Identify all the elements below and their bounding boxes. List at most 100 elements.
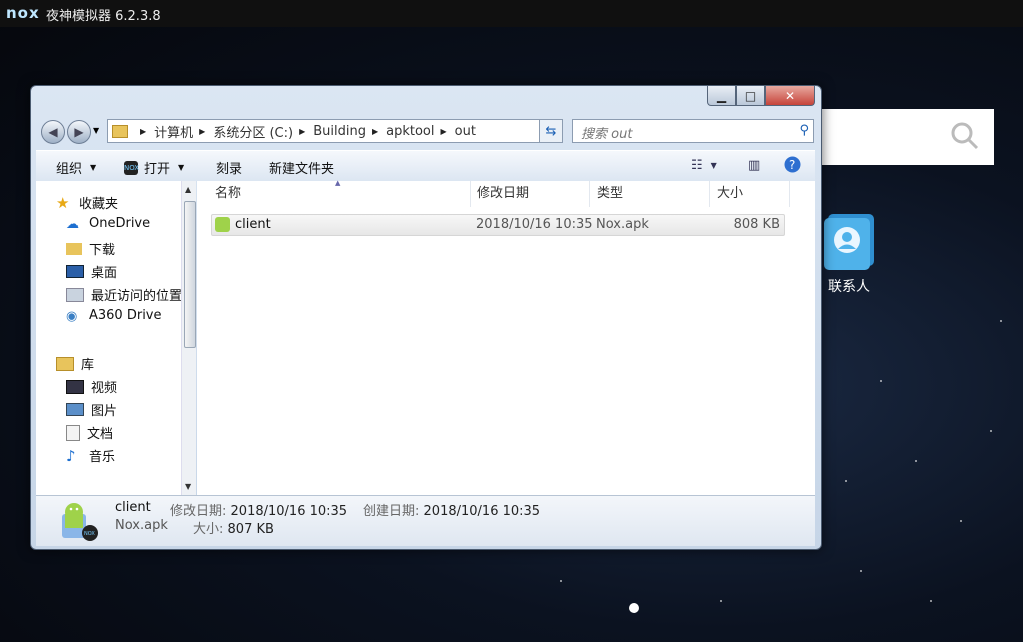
contacts-icon (822, 212, 876, 272)
nox-logo: nox (6, 4, 40, 22)
arrow-left-icon: ◀ (48, 125, 57, 139)
nav-pictures[interactable]: 图片 (66, 400, 117, 419)
nav-item-label: 桌面 (91, 262, 117, 281)
back-button[interactable]: ◀ (41, 120, 65, 144)
refresh-icon: ⇆ (546, 124, 557, 139)
view-options-button[interactable]: ☷▼ (691, 158, 717, 173)
refresh-button[interactable]: ⇆ (539, 119, 563, 143)
recent-places-icon (66, 288, 84, 302)
details-modified-label: 修改日期: (170, 504, 226, 519)
nav-scrollbar[interactable]: ▲ ▼ (181, 181, 196, 495)
nav-music[interactable]: ♪ 音乐 (66, 446, 115, 465)
library-icon (56, 357, 74, 371)
details-file-name: client (115, 500, 151, 515)
breadcrumb-apktool[interactable]: apktool (386, 124, 434, 139)
nav-a360-drive[interactable]: ◉ A360 Drive (66, 308, 162, 323)
file-list-pane: ▲ 名称 修改日期 类型 大小 client 2018/10/16 10:35 … (197, 181, 815, 495)
film-icon (66, 380, 84, 394)
nav-videos[interactable]: 视频 (66, 377, 117, 396)
details-created: 创建日期: 2018/10/16 10:35 (363, 500, 540, 519)
scrollbar-thumb[interactable] (184, 201, 196, 348)
organize-label: 组织 (56, 158, 82, 177)
column-header-size[interactable]: 大小 (709, 181, 790, 207)
forward-button[interactable]: ▶ (67, 120, 91, 144)
nav-item-label: 最近访问的位置 (91, 285, 182, 304)
nav-desktop[interactable]: 桌面 (66, 262, 117, 281)
maximize-button[interactable]: □ (736, 86, 765, 106)
apk-android-icon: NOX (58, 500, 100, 542)
search-icon: ⚲ (799, 123, 809, 138)
column-header-name[interactable]: 名称 (207, 181, 471, 207)
music-note-icon: ♪ (66, 449, 82, 463)
breadcrumb-building[interactable]: Building (313, 124, 366, 139)
view-list-icon: ☷ (691, 158, 703, 173)
svg-text:?: ? (789, 158, 795, 172)
close-button[interactable]: ✕ (765, 86, 815, 106)
nav-item-label: 文档 (87, 423, 113, 442)
breadcrumb-computer[interactable]: 计算机 (154, 122, 193, 141)
new-folder-label: 新建文件夹 (269, 158, 334, 177)
breadcrumb-out[interactable]: out (455, 124, 476, 139)
search-input[interactable]: 搜索 out ⚲ (572, 119, 814, 143)
nav-onedrive[interactable]: ☁ OneDrive (66, 216, 150, 231)
details-size-value: 807 KB (228, 522, 274, 537)
page-indicator[interactable] (629, 603, 639, 613)
details-size-label: 大小: (193, 522, 223, 537)
window-controls: ▁ □ ✕ (707, 86, 815, 106)
cloud-icon: ☁ (66, 217, 82, 231)
details-modified-value: 2018/10/16 10:35 (231, 504, 348, 519)
picture-icon (66, 403, 84, 416)
chevron-down-icon: ▼ (178, 163, 184, 172)
nav-libraries-label: 库 (81, 354, 94, 373)
column-header-modified[interactable]: 修改日期 (469, 181, 590, 207)
column-header-type[interactable]: 类型 (589, 181, 710, 207)
a360-drive-icon: ◉ (66, 309, 82, 323)
arrow-right-icon: ▶ (74, 125, 83, 139)
document-icon (66, 425, 80, 441)
search-icon (950, 121, 980, 151)
nav-item-label: 视频 (91, 377, 117, 396)
nav-recent-places[interactable]: 最近访问的位置 (66, 285, 182, 304)
minimize-icon: ▁ (717, 89, 726, 103)
nav-item-label: 下载 (89, 239, 115, 258)
search-placeholder: 搜索 out (581, 123, 632, 142)
details-created-label: 创建日期: (363, 504, 419, 519)
file-row[interactable]: client 2018/10/16 10:35 Nox.apk 808 KB (211, 214, 785, 236)
burn-label: 刻录 (216, 158, 242, 177)
desktop-icon (66, 265, 84, 278)
downloads-folder-icon (66, 243, 82, 255)
nav-documents[interactable]: 文档 (66, 423, 113, 442)
contacts-label: 联系人 (816, 276, 882, 296)
open-button[interactable]: NOX 打开▼ (124, 158, 184, 177)
nav-downloads[interactable]: 下载 (66, 239, 115, 258)
navigation-row: ◀ ▶ ▼ ▶计算机 ▶系统分区 (C:) ▶Building ▶apktool… (39, 118, 813, 146)
chevron-down-icon: ▼ (711, 161, 717, 170)
details-modified: 修改日期: 2018/10/16 10:35 (170, 500, 347, 519)
organize-button[interactable]: 组织▼ (56, 158, 96, 177)
minimize-button[interactable]: ▁ (707, 86, 736, 106)
details-size: 大小: 807 KB (193, 518, 274, 537)
nox-app-icon: NOX (124, 161, 138, 175)
contacts-app[interactable]: 联系人 (816, 212, 882, 296)
nav-libraries[interactable]: 库 (56, 354, 94, 373)
new-folder-button[interactable]: 新建文件夹 (269, 158, 334, 177)
breadcrumb-c-drive[interactable]: 系统分区 (C:) (213, 122, 293, 141)
file-type: Nox.apk (596, 217, 649, 232)
help-button[interactable]: ? (784, 156, 801, 173)
burn-button[interactable]: 刻录 (216, 158, 242, 177)
svg-text:NOX: NOX (84, 531, 95, 537)
nav-item-label: 音乐 (89, 446, 115, 465)
nav-favorites-label: 收藏夹 (79, 193, 118, 212)
preview-pane-button[interactable]: ▥ (748, 158, 760, 173)
nav-favorites[interactable]: ★ 收藏夹 (56, 193, 118, 212)
details-pane: NOX client Nox.apk 修改日期: 2018/10/16 10:3… (36, 495, 815, 546)
nav-item-label: A360 Drive (89, 308, 162, 323)
apk-file-icon (215, 217, 230, 232)
scroll-down-icon[interactable]: ▼ (185, 482, 191, 491)
recent-pages-dropdown[interactable]: ▼ (93, 126, 99, 135)
emulator-title-bar: nox 夜神模拟器 6.2.3.8 (0, 0, 1023, 27)
file-name: client (235, 217, 271, 232)
scroll-up-icon[interactable]: ▲ (185, 185, 191, 194)
emulator-title: 夜神模拟器 6.2.3.8 (46, 5, 161, 24)
address-bar[interactable]: ▶计算机 ▶系统分区 (C:) ▶Building ▶apktool ▶out … (107, 119, 553, 143)
